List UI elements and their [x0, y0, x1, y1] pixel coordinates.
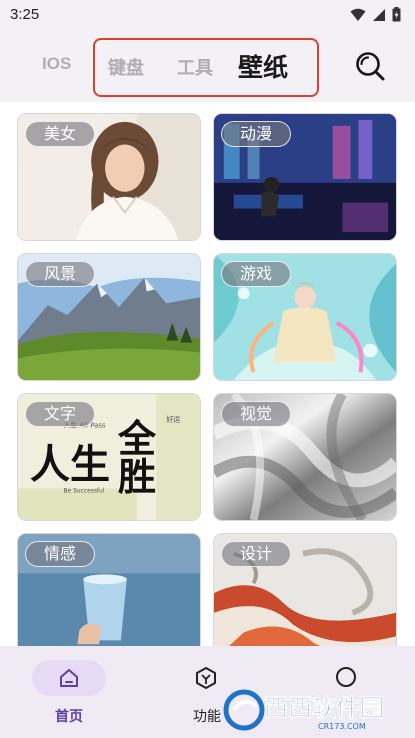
- svg-text:西西软件园: 西西软件园: [264, 694, 384, 722]
- category-label: 风景: [25, 261, 96, 287]
- signal-icon: [373, 8, 385, 21]
- category-card-design[interactable]: 设计: [213, 533, 397, 646]
- circle-icon[interactable]: [335, 666, 357, 688]
- status-icons: [350, 7, 401, 22]
- nav-function-label[interactable]: 功能: [193, 706, 221, 726]
- wifi-icon: [350, 8, 366, 21]
- category-label: 动漫: [221, 121, 292, 147]
- tab-tools[interactable]: 工具: [177, 54, 213, 80]
- hexagon-icon[interactable]: [195, 666, 217, 690]
- category-card-game[interactable]: 游戏: [213, 253, 397, 381]
- svg-text:CR173.COM: CR173.COM: [318, 722, 366, 731]
- category-label: 游戏: [221, 261, 292, 287]
- category-card-beauty[interactable]: 美女: [17, 113, 201, 241]
- nav-home-label[interactable]: 首页: [55, 706, 83, 726]
- nav-home-button[interactable]: [32, 660, 106, 696]
- bottom-navigation: 首页 功能 西西软件园 CR173.COM: [0, 646, 415, 738]
- tab-wallpaper[interactable]: 壁纸: [238, 48, 288, 84]
- category-label: 设计: [221, 541, 292, 567]
- tab-ios[interactable]: IOS: [42, 54, 71, 74]
- tab-keyboard[interactable]: 键盘: [108, 54, 144, 80]
- home-icon: [60, 669, 78, 687]
- watermark-logo: 西西软件园 CR173.COM: [223, 689, 384, 731]
- search-icon[interactable]: [354, 50, 386, 82]
- thumbnail-text-line2: 全胜: [118, 416, 157, 499]
- category-card-anime[interactable]: 动漫: [213, 113, 397, 241]
- category-card-visual[interactable]: 视觉: [213, 393, 397, 521]
- category-label: 情感: [25, 541, 96, 567]
- top-tab-bar: IOS 键盘 工具 壁纸: [0, 30, 415, 102]
- category-label: 美女: [25, 121, 96, 147]
- category-card-scenery[interactable]: 风景: [17, 253, 201, 381]
- category-card-emotion[interactable]: 情感: [17, 533, 201, 646]
- svg-text:好运: 好运: [166, 415, 180, 424]
- thumbnail-text-line1: 人生: [30, 441, 110, 488]
- category-grid: 美女 动漫 风景 游戏 Pass Be Successful 好运 人生 全胜 …: [0, 102, 415, 646]
- battery-icon: [392, 7, 401, 22]
- category-label: 视觉: [221, 401, 292, 427]
- category-label: 文字: [25, 401, 96, 427]
- category-card-text[interactable]: 人生 All Pass Be Successful 好运 人生 全胜 文字: [17, 393, 201, 521]
- status-bar: 3:25: [0, 0, 415, 30]
- status-time: 3:25: [10, 6, 40, 23]
